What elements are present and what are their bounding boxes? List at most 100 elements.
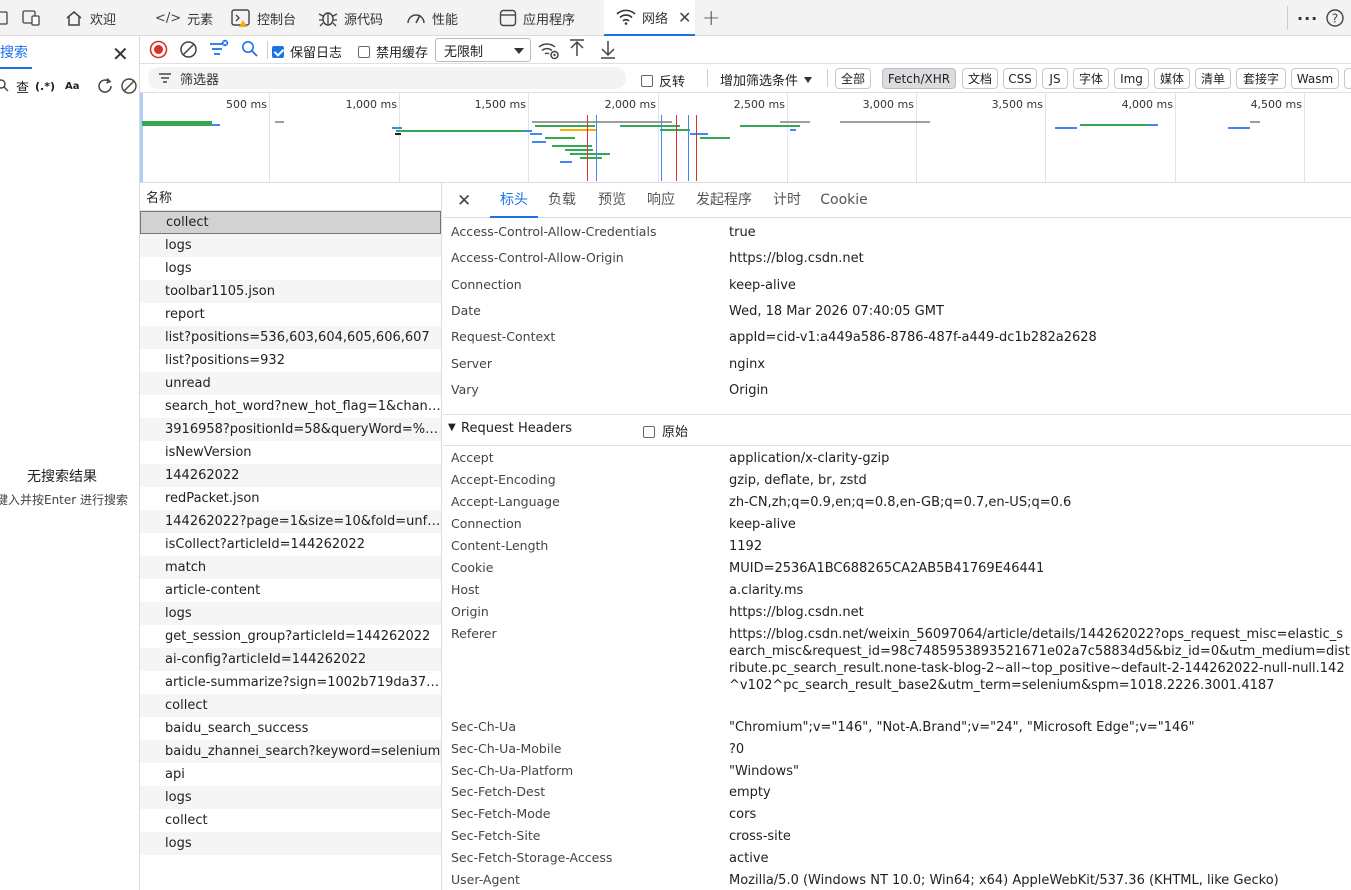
more-options-icon[interactable]: ··· [1297,0,1318,36]
filter-input[interactable]: 筛选器 [148,67,626,89]
tab-cookies[interactable]: Cookie [818,183,870,218]
filter-chip-overflow[interactable] [1344,68,1351,89]
preserve-log-checkbox[interactable]: 保留日志 [272,42,342,61]
toolbar-divider [267,41,268,59]
request-row[interactable]: article-summarize?sign=1002b719da374a9c [140,671,441,694]
request-row[interactable]: logs [140,257,441,280]
disable-cache-check[interactable] [358,45,370,58]
name-column-header[interactable]: 名称 [140,183,441,211]
disable-cache-checkbox[interactable]: 禁用缓存 [358,42,428,61]
refresh-icon[interactable] [96,77,114,95]
filter-chip-doc[interactable]: 文档 [962,68,998,89]
tab-headers[interactable]: 标头 [490,183,538,218]
search-network-icon[interactable] [241,40,259,58]
match-case-toggle[interactable]: Aa [65,81,80,92]
request-row[interactable]: get_session_group?articleId=144262022 [140,625,441,648]
request-row[interactable]: toolbar1105.json [140,280,441,303]
request-list: 名称 collect logs logs toolbar1105.json report… [140,183,442,890]
close-detail-icon[interactable]: ✕ [457,191,471,211]
request-row[interactable]: unread [140,372,441,395]
request-row[interactable]: report [140,303,441,326]
search-tab[interactable]: 搜索 [0,36,32,69]
request-row[interactable]: 3916958?positionId=58&queryWord=%E7%9C%8… [140,418,441,441]
header-row: Vary Origin [443,382,1351,408]
request-row[interactable]: match [140,556,441,579]
more-filters-dropdown[interactable]: 增加筛选条件 [720,70,813,89]
request-row[interactable]: api [140,763,441,786]
request-row[interactable]: baidu_zhannei_search?keyword=selenium [140,740,441,763]
filter-chip-js[interactable]: JS [1042,68,1068,89]
tab-network[interactable]: 网络 ✕ [604,0,695,36]
invert-check[interactable] [641,74,653,87]
tab-preview[interactable]: 预览 [594,183,630,218]
raw-headers-checkbox[interactable] [643,424,655,439]
request-row[interactable]: 144262022 [140,464,441,487]
request-row[interactable]: 144262022?page=1&size=10&fold=unfold [140,510,441,533]
filter-chip-css[interactable]: CSS [1003,68,1037,89]
regex-toggle[interactable]: (.*) [35,80,55,93]
help-icon[interactable]: ? [1325,0,1345,36]
import-har-icon[interactable] [568,39,586,59]
request-row[interactable]: isNewVersion [140,441,441,464]
tab-performance[interactable]: 性能 [406,0,458,36]
filter-chip-socket[interactable]: 套接字 [1236,68,1286,89]
preserve-log-check[interactable] [272,45,284,58]
filter-chip-img[interactable]: Img [1114,68,1149,89]
request-row[interactable]: redPacket.json [140,487,441,510]
request-row[interactable]: isCollect?articleId=144262022 [140,533,441,556]
tab-payload[interactable]: 负载 [544,183,580,218]
header-row: Sec-Fetch-Site cross-site [443,828,1351,850]
request-row[interactable]: logs [140,786,441,809]
close-tab-icon[interactable]: ✕ [678,8,691,27]
invert-checkbox[interactable]: 反转 [641,71,685,90]
request-row[interactable]: logs [140,234,441,257]
tab-welcome[interactable]: 欢迎 [64,0,116,36]
request-row[interactable]: logs [140,832,441,855]
request-row[interactable]: collect [140,809,441,832]
network-conditions-icon[interactable] [538,40,560,60]
request-row[interactable]: ai-config?articleId=144262022 [140,648,441,671]
filter-chip-font[interactable]: 字体 [1073,68,1109,89]
expand-triangle-icon[interactable]: ▼ [448,422,456,433]
filter-settings-icon[interactable] [209,39,231,59]
request-row[interactable]: list?positions=932 [140,349,441,372]
request-row[interactable]: article-content [140,579,441,602]
tab-initiator[interactable]: 发起程序 [693,183,755,218]
filter-chip-fetch-xhr[interactable]: Fetch/XHR [882,68,956,89]
overview-selection-handle[interactable] [140,93,143,182]
clear-icon[interactable] [179,40,198,59]
record-icon[interactable] [149,40,168,59]
search-input[interactable]: 查 [16,77,29,96]
device-mode-icon[interactable] [22,0,42,36]
device-toggle-icon[interactable] [0,0,16,36]
clear-search-icon[interactable] [120,77,138,95]
request-row[interactable]: baidu_search_success [140,717,441,740]
no-results-text: 无搜索结果 [27,469,97,485]
header-row: User-Agent Mozilla/5.0 (Windows NT 10.0; … [443,872,1351,890]
filter-chip-all[interactable]: 全部 [835,68,871,89]
filter-icon [159,73,171,83]
tab-response[interactable]: 响应 [643,183,679,218]
export-har-icon[interactable] [599,39,617,59]
header-row: Accept application/x-clarity-gzip [443,450,1351,472]
home-icon [66,11,82,26]
request-headers-section-header[interactable]: ▼ Request Headers 原始 [443,414,1351,446]
tab-timing[interactable]: 计时 [769,183,805,218]
filter-chip-manifest[interactable]: 清单 [1195,68,1231,89]
tab-elements[interactable]: </> 元素 [155,0,213,36]
throttling-select[interactable]: 无限制 [435,38,531,62]
request-row[interactable]: collect [140,694,441,717]
timeline-overview[interactable]: 500 ms 1,000 ms 1,500 ms 2,000 ms 2,500 … [140,93,1351,183]
tab-sources[interactable]: 源代码 [318,0,383,36]
tab-application[interactable]: 应用程序 [499,0,575,36]
request-row[interactable]: list?positions=536,603,604,605,606,607 [140,326,441,349]
request-row[interactable]: search_hot_word?new_hot_flag=1&channel_n… [140,395,441,418]
tab-console[interactable]: 控制台 [231,0,296,36]
filter-chip-media[interactable]: 媒体 [1154,68,1190,89]
close-search-icon[interactable]: ✕ [112,42,129,66]
request-row[interactable]: logs [140,602,441,625]
tab-console-label: 控制台 [257,12,297,28]
request-row[interactable]: collect [140,211,441,234]
add-tab-button[interactable]: + [702,0,720,36]
filter-chip-wasm[interactable]: Wasm [1291,68,1339,89]
